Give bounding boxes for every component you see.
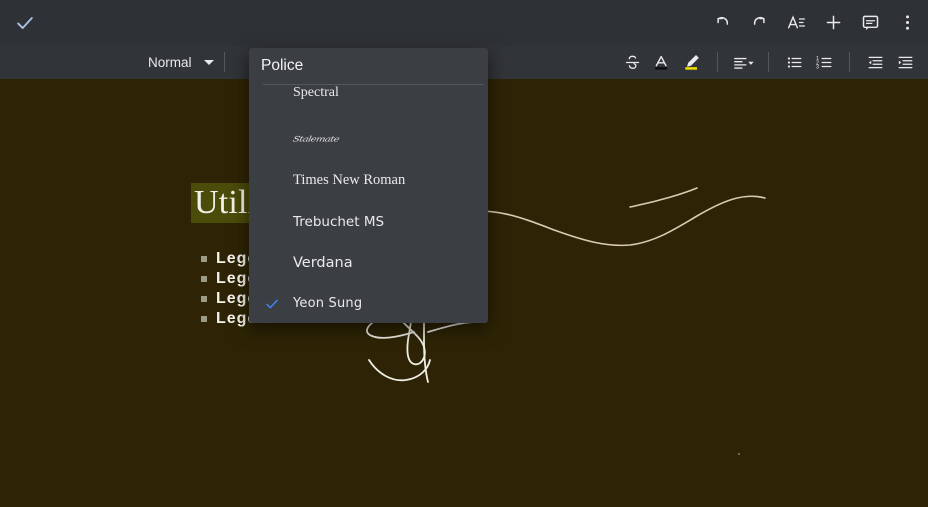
- text-format-icon[interactable]: [786, 12, 807, 33]
- font-menu-item-yeon-sung[interactable]: Yeon Sung: [249, 283, 488, 323]
- bulleted-list-button[interactable]: [779, 47, 809, 77]
- toolbar-divider: [768, 52, 769, 72]
- font-menu-title: Police: [261, 57, 304, 74]
- strikethrough-icon: [623, 53, 642, 72]
- ink-dot: [738, 453, 740, 455]
- decrease-indent-icon: [866, 53, 885, 72]
- chevron-down-icon: [203, 59, 214, 65]
- decrease-indent-button[interactable]: [860, 47, 890, 77]
- font-menu-item-verdana[interactable]: Verdana: [249, 242, 488, 283]
- font-menu-item-label: Spectral: [293, 85, 339, 100]
- increase-indent-icon: [896, 53, 915, 72]
- font-menu-list[interactable]: Spectral Stalemate Times New Roman Trebu…: [249, 85, 488, 323]
- check-icon[interactable]: [14, 12, 36, 34]
- svg-text:3: 3: [816, 64, 819, 70]
- numbered-list-button[interactable]: 1 2 3: [809, 47, 839, 77]
- font-menu-item-spectral[interactable]: Spectral: [249, 85, 488, 119]
- font-menu-item-label: Stalemate: [291, 135, 340, 144]
- font-menu-item-times-new-roman[interactable]: Times New Roman: [249, 160, 488, 201]
- more-vertical-icon[interactable]: [897, 12, 918, 33]
- font-dropdown-menu[interactable]: Police Spectral Stalemate Times New Roma…: [249, 48, 488, 323]
- bulleted-list-icon: [785, 53, 804, 72]
- highlight-pen-icon: [682, 52, 702, 72]
- numbered-list-icon: 1 2 3: [815, 53, 834, 72]
- format-toolbar-buttons: 1 2 3: [617, 47, 928, 77]
- strikethrough-button[interactable]: [617, 47, 647, 77]
- plus-icon[interactable]: [823, 12, 844, 33]
- comment-icon[interactable]: [860, 12, 881, 33]
- checkmark-icon: [264, 296, 280, 312]
- font-menu-item-trebuchet-ms[interactable]: Trebuchet MS: [249, 201, 488, 242]
- font-menu-item-label: Times New Roman: [293, 172, 406, 188]
- align-left-icon: [732, 53, 755, 72]
- font-menu-item-label: Trebuchet MS: [293, 213, 385, 230]
- text-color-button[interactable]: [647, 47, 677, 77]
- align-button[interactable]: [728, 47, 758, 77]
- font-menu-item-label: Verdana: [293, 254, 353, 271]
- font-menu-item-label: Yeon Sung: [293, 296, 363, 311]
- increase-indent-button[interactable]: [890, 47, 920, 77]
- highlight-color-button[interactable]: [677, 47, 707, 77]
- toolbar-divider: [717, 52, 718, 72]
- redo-icon[interactable]: [749, 12, 770, 33]
- toolbar-divider: [223, 52, 225, 72]
- top-app-bar: [0, 0, 928, 45]
- text-color-icon: [652, 52, 672, 72]
- paragraph-style-label: Normal: [148, 54, 192, 70]
- undo-icon[interactable]: [712, 12, 733, 33]
- paragraph-style-dropdown[interactable]: Normal: [148, 55, 214, 70]
- font-menu-item-stalemate[interactable]: Stalemate: [249, 119, 488, 160]
- docs-editor-window: Normal 1 2 3 Utiliser Police Spectral St…: [0, 0, 928, 507]
- toolbar-divider: [849, 52, 850, 72]
